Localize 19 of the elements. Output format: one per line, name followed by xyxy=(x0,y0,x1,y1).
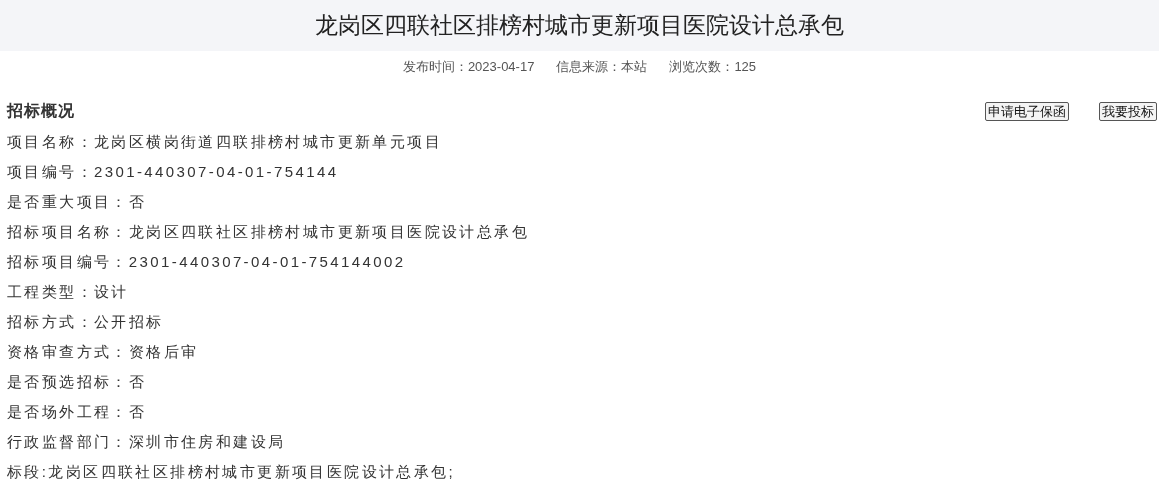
action-button[interactable]: 申请电子保函 xyxy=(985,101,1069,121)
info-line: 是否场外工程：否 xyxy=(7,402,148,422)
section-heading: 招标概况 xyxy=(7,101,75,121)
meta-info: 信息来源：本站 xyxy=(556,58,648,76)
action-button[interactable]: 我要投标 xyxy=(1099,101,1157,121)
info-line: 工程类型：设计 xyxy=(7,282,130,302)
info-line: 行政监督部门：深圳市住房和建设局 xyxy=(7,432,287,452)
info-line: 是否预选招标：否 xyxy=(7,372,148,392)
meta-info: 浏览次数：125 xyxy=(669,58,757,76)
page-title: 龙岗区四联社区排榜村城市更新项目医院设计总承包 xyxy=(315,11,844,41)
info-line: 项目编号：2301-440307-04-01-754144 xyxy=(7,162,340,182)
info-line: 项目名称：龙岗区横岗街道四联排榜村城市更新单元项目 xyxy=(7,132,443,152)
info-line: 招标项目名称：龙岗区四联社区排榜村城市更新项目医院设计总承包 xyxy=(7,222,530,242)
info-line: 资格审查方式：资格后审 xyxy=(7,342,200,362)
meta-info: 发布时间：2023-04-17 xyxy=(402,58,535,76)
info-line: 招标方式：公开招标 xyxy=(7,312,165,332)
info-line: 是否重大项目：否 xyxy=(7,192,148,212)
info-line: 招标项目编号：2301-440307-04-01-754144002 xyxy=(7,252,407,272)
info-line: 标段:龙岗区四联社区排榜村城市更新项目医院设计总承包; xyxy=(7,462,457,482)
